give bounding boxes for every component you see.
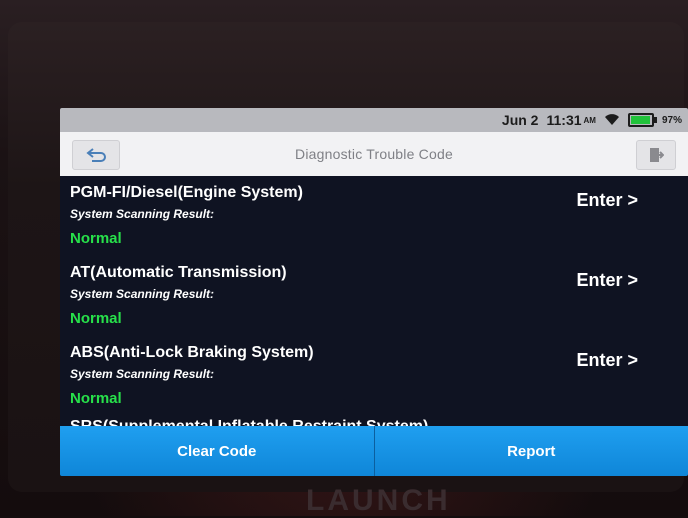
list-item[interactable]: ABS(Anti-Lock Braking System) System Sca…: [60, 336, 688, 416]
device-logo: LAUNCH: [306, 484, 451, 518]
bottom-toolbar: Clear Code Report: [60, 426, 688, 476]
scan-result-label: System Scanning Result:: [70, 287, 214, 301]
enter-button[interactable]: Enter >: [576, 350, 638, 371]
system-name: ABS(Anti-Lock Braking System): [70, 344, 314, 362]
device-screen: Jun 2 11:31 AM 97% Diagnostic Trouble Co…: [60, 108, 688, 476]
exit-icon: [648, 147, 664, 163]
system-name: AT(Automatic Transmission): [70, 264, 287, 282]
back-button[interactable]: [72, 140, 120, 170]
exit-button[interactable]: [636, 140, 676, 170]
system-list: PGM-FI/Diesel(Engine System) System Scan…: [60, 176, 688, 416]
wifi-icon: [604, 114, 620, 126]
status-bar: Jun 2 11:31 AM 97%: [60, 108, 688, 132]
status-ampm: AM: [584, 116, 596, 125]
list-item[interactable]: PGM-FI/Diesel(Engine System) System Scan…: [60, 176, 688, 256]
enter-button[interactable]: Enter >: [576, 270, 638, 291]
system-name: PGM-FI/Diesel(Engine System): [70, 184, 303, 202]
status-badge: Normal: [70, 230, 122, 247]
status-time: 11:31: [546, 112, 581, 128]
status-badge: Normal: [70, 310, 122, 327]
status-date: Jun 2: [502, 112, 539, 128]
list-item[interactable]: AT(Automatic Transmission) System Scanni…: [60, 256, 688, 336]
status-badge: Normal: [70, 390, 122, 407]
clear-code-button[interactable]: Clear Code: [60, 426, 375, 476]
enter-button[interactable]: Enter >: [576, 190, 638, 211]
report-button[interactable]: Report: [375, 426, 688, 476]
title-bar: Diagnostic Trouble Code: [60, 132, 688, 176]
battery-percent: 97%: [662, 115, 682, 126]
back-arrow-icon: [86, 148, 106, 162]
page-title: Diagnostic Trouble Code: [295, 146, 453, 162]
battery-icon: [628, 113, 654, 127]
scan-result-label: System Scanning Result:: [70, 207, 214, 221]
battery-fill: [631, 116, 650, 124]
scan-result-label: System Scanning Result:: [70, 367, 214, 381]
